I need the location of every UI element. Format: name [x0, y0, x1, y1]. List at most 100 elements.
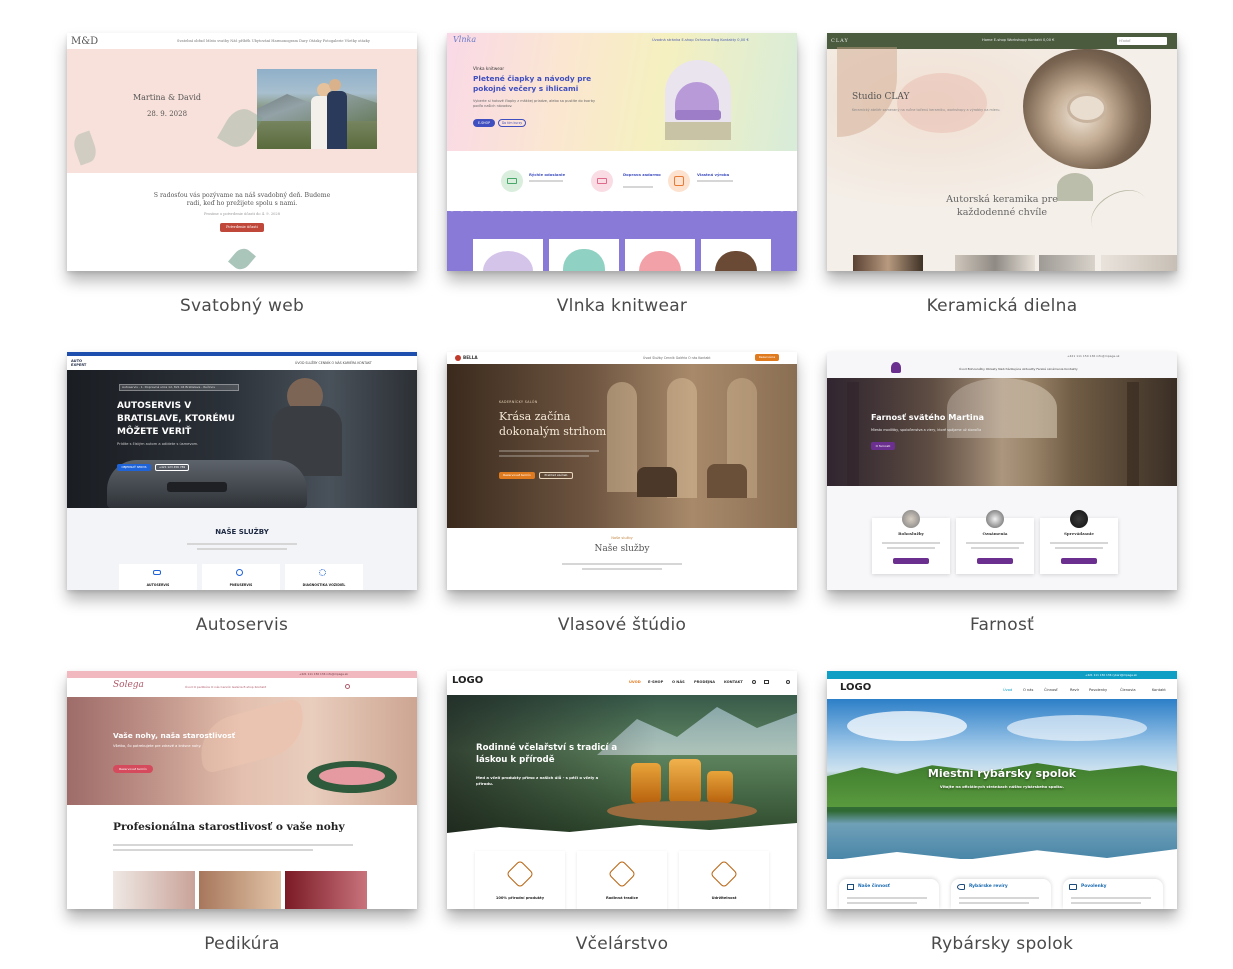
handmade-icon	[668, 170, 690, 192]
nav-menu: ÚVOD SLUŽBY CENNÍK O NÁS KARIÉRA KONTAKT	[295, 361, 372, 365]
template-card-ceramics[interactable]: CLAY Home E-shop Workshopy Kontakt 0,00 …	[827, 33, 1177, 316]
template-card-parish[interactable]: +421 111 150 136 info@mpage.sk Úvod Boho…	[827, 352, 1177, 635]
nav-item-eshop[interactable]: E-SHOP	[648, 680, 663, 684]
logo-icon	[455, 355, 461, 361]
user-icon[interactable]	[752, 680, 756, 684]
shop-button[interactable]: E-SHOP	[473, 119, 495, 127]
nav-item-about[interactable]: O NÁS	[672, 680, 685, 684]
card-button[interactable]	[977, 558, 1013, 564]
info-card[interactable]	[1063, 879, 1163, 909]
nav-item-contact[interactable]: Kontakt	[1152, 688, 1166, 692]
template-caption[interactable]: Autoservis	[67, 615, 417, 635]
product-card[interactable]	[625, 239, 695, 271]
service-label: PNEUSERVIS	[229, 583, 253, 587]
template-caption[interactable]: Včelárstvo	[447, 934, 797, 954]
book-button[interactable]: Rezervovať termín	[113, 765, 153, 773]
hero-text: Med a včelí produkty přímo z našich úlů …	[476, 775, 599, 786]
courses-button[interactable]: Do tím kurzy	[498, 119, 526, 127]
product-card[interactable]	[549, 239, 619, 271]
services-button[interactable]: Prehľad služieb	[539, 472, 573, 479]
hero-title: Studio CLAY	[852, 92, 910, 102]
honey-jar	[631, 763, 661, 803]
car-icon	[153, 570, 161, 575]
template-thumbnail-hair-studio[interactable]: BELLA Úvod Služby Cenník Galéria O nás K…	[447, 352, 797, 590]
hero-eyebrow: KADERNÍCKY SALÓN	[499, 400, 538, 404]
nav-item-contact[interactable]: KONTAKT	[724, 680, 743, 684]
nav-item-about[interactable]: O nás	[1023, 688, 1033, 692]
nav-item-permits[interactable]: Povolenky	[1089, 688, 1107, 692]
feature-title: Vlastná výroba	[697, 172, 730, 177]
services-title: Naše služby	[594, 544, 650, 554]
template-card-beekeeping[interactable]: LOGO ÚVOD E-SHOP O NÁS PRODEJNA KONTAKT …	[447, 671, 797, 954]
gallery-image	[113, 871, 195, 909]
search-icon[interactable]	[786, 680, 790, 684]
hero-tagline: Autorská keramika pre každodenné chvíle	[946, 194, 1058, 218]
template-caption[interactable]: Keramická dielna	[827, 296, 1177, 316]
nav-item-home[interactable]: ÚVOD	[629, 680, 641, 684]
nav-item-home[interactable]: Úvod	[1003, 688, 1012, 692]
reservation-button[interactable]: Rezervácia	[755, 354, 779, 361]
nav-item-activity[interactable]: Činnosť	[1044, 688, 1058, 692]
couple-photo	[257, 69, 377, 149]
invitation-text: S radosťou vás pozývame na náš svadobný …	[153, 192, 331, 207]
card-title: Oznámenia	[982, 531, 1008, 536]
features-section	[447, 151, 797, 211]
card-button[interactable]	[1061, 558, 1097, 564]
card-title: Povolenky	[1081, 884, 1107, 889]
site-logo: AUTO EXPERT	[71, 359, 87, 367]
template-thumbnail-knitwear[interactable]: Vlnka Úvodná stránka E-shop Ochrana Blog…	[447, 33, 797, 271]
template-thumbnail-wedding[interactable]: M&D Svatební obřad Místo svatby Náš příb…	[67, 33, 417, 271]
phone-button[interactable]: +421 123 456 789	[155, 464, 189, 471]
template-thumbnail-ceramics[interactable]: CLAY Home E-shop Workshopy Kontakt 0,00 …	[827, 33, 1177, 271]
template-caption[interactable]: Farnosť	[827, 615, 1177, 635]
template-caption[interactable]: Vlnka knitwear	[447, 296, 797, 316]
cart-icon[interactable]	[764, 680, 769, 684]
product-card[interactable]	[701, 239, 771, 271]
site-logo: M&D	[71, 36, 99, 47]
feature-title: 100% přírodní produkty	[495, 896, 545, 900]
template-card-hair-studio[interactable]: BELLA Úvod Služby Cenník Galéria O nás K…	[447, 352, 797, 635]
hero-text: Keramický ateliér zameraný na ručne toče…	[852, 108, 1001, 112]
search-input[interactable]: Hľadať	[1117, 37, 1167, 45]
template-thumbnail-parish[interactable]: +421 111 150 136 info@mpage.sk Úvod Boho…	[827, 352, 1177, 590]
hero-headline: AUTOSERVIS V BRATISLAVE, KTORÉMU MÔŽETE …	[117, 401, 235, 437]
gear-icon	[319, 569, 326, 576]
nav-item-river[interactable]: Revír	[1070, 688, 1079, 692]
hero-text: Vitajte na oficiálnych stránkach nášho r…	[939, 784, 1065, 789]
about-parish-button[interactable]: O farnosti	[871, 442, 895, 450]
template-caption[interactable]: Pedikúra	[67, 934, 417, 954]
tire-icon	[236, 569, 243, 576]
template-card-knitwear[interactable]: Vlnka Úvodná stránka E-shop Ochrana Blog…	[447, 33, 797, 316]
site-logo: Vlnka	[453, 35, 477, 44]
nav-menu: Svatební obřad Místo svatby Náš příběh U…	[177, 39, 370, 43]
couple-names: Martina & David	[132, 93, 202, 102]
nav-item-members[interactable]: Členovia	[1120, 688, 1136, 692]
hero-eyebrow: Vlnka knitwear	[473, 66, 505, 71]
template-thumbnail-beekeeping[interactable]: LOGO ÚVOD E-SHOP O NÁS PRODEJNA KONTAKT …	[447, 671, 797, 909]
template-thumbnail-fishing[interactable]: +421 111 150 136 rybari@mpage.sk LOGO Úv…	[827, 671, 1177, 909]
template-card-autoservis[interactable]: AUTO EXPERT ÚVOD SLUŽBY CENNÍK O NÁS KAR…	[67, 352, 417, 635]
template-caption[interactable]: Rybársky spolok	[827, 934, 1177, 954]
feature-title: Rodinná tradice	[605, 896, 639, 900]
nav-menu: Úvod Služby Cenník Galéria O nás Kontakt	[643, 356, 711, 360]
template-card-wedding[interactable]: M&D Svatební obřad Místo svatby Náš příb…	[67, 33, 417, 316]
rsvp-button[interactable]: Potvrdenie účasti	[220, 223, 264, 232]
card-title: Naše činnosť	[858, 884, 890, 889]
search-icon[interactable]	[345, 684, 350, 689]
nav-item-shop[interactable]: PRODEJNA	[694, 680, 715, 684]
order-service-button[interactable]: OBJEDNAŤ SERVIS	[117, 464, 151, 471]
dove-photo-icon	[986, 510, 1004, 528]
book-button[interactable]: Rezervovať termín	[499, 472, 535, 479]
template-card-pedicure[interactable]: +421 111 150 136 info@mpage.sk Solega Úv…	[67, 671, 417, 954]
cross-photo-icon	[1070, 510, 1088, 528]
template-card-fishing[interactable]: +421 111 150 136 rybari@mpage.sk LOGO Úv…	[827, 671, 1177, 954]
honey-jar	[707, 771, 733, 803]
nav-menu: Home E-shop Workshopy Kontakt 0,00 €	[982, 38, 1055, 42]
template-thumbnail-pedicure[interactable]: +421 111 150 136 info@mpage.sk Solega Úv…	[67, 671, 417, 909]
hero-text: Prídite s čistým autom a odídete s úsmev…	[117, 442, 199, 446]
template-caption[interactable]: Svatobný web	[67, 296, 417, 316]
product-card[interactable]	[473, 239, 543, 271]
card-button[interactable]	[893, 558, 929, 564]
template-thumbnail-autoservis[interactable]: AUTO EXPERT ÚVOD SLUŽBY CENNÍK O NÁS KAR…	[67, 352, 417, 590]
template-caption[interactable]: Vlasové štúdio	[447, 615, 797, 635]
